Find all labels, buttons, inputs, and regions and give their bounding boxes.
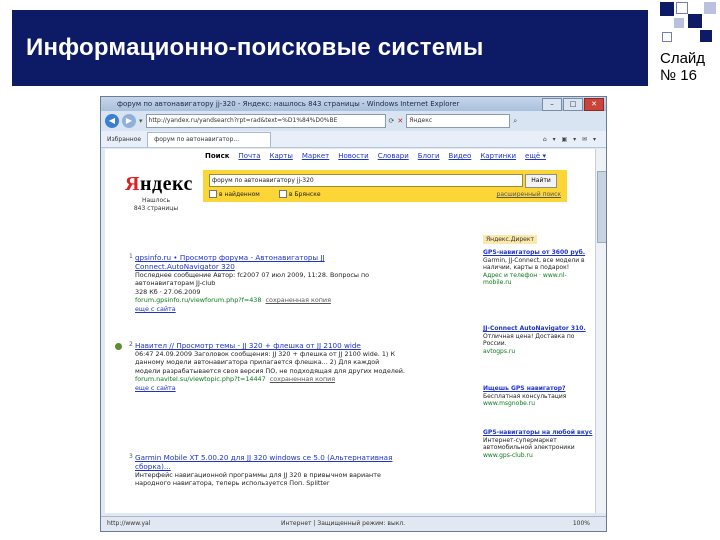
slide-title: Информационно-поисковые системы <box>26 34 484 61</box>
ad-text: Отличная цена! Доставка по России. <box>483 332 575 348</box>
toolbar-icons[interactable]: ⌂ ▾ ▣ ▾ ✉ ▾ <box>543 136 606 143</box>
yandex-search-panel: форум по автонавигатору jj-320 Найти в н… <box>203 170 567 202</box>
ad-url[interactable]: www.msgnobe.ru <box>483 400 595 408</box>
nav-maps[interactable]: Карты <box>270 152 293 160</box>
browser-window: форум по автонавигатору jj-320 - Яндекс:… <box>100 96 607 532</box>
result-title-link[interactable]: gpsinfo.ru • Просмотр форума - Автонавиг… <box>135 253 405 271</box>
nav-images[interactable]: Картинки <box>480 152 516 160</box>
cached-copy-link[interactable]: сохраненная копия <box>266 296 331 304</box>
ad-url[interactable]: avtogps.ru <box>483 348 595 356</box>
search-result: 3 Garmin Mobile XT 5.00.20 для JJ 320 wi… <box>129 453 405 488</box>
forward-arrow-icon[interactable]: ▶ <box>122 114 136 128</box>
found-count: Нашлось 843 страницы <box>133 197 179 212</box>
minimize-button[interactable]: – <box>542 98 562 111</box>
more-from-site-link[interactable]: еще с сайта <box>135 384 405 392</box>
slide-label-number: № 16 <box>660 67 697 84</box>
stop-icon[interactable]: ✕ <box>397 117 403 125</box>
ad-url[interactable]: www.gps-club.ru <box>483 452 595 460</box>
ad-text: Интернет-супермаркет автомобильной элект… <box>483 436 575 452</box>
ad-text: Garmin, JJ-Connect, все модели в наличии… <box>483 256 585 272</box>
search-result: 2 Навител // Просмотр темы - JJ 320 + фл… <box>129 341 405 392</box>
yandex-page: Поиск Почта Карты Маркет Новости Словари… <box>105 149 595 513</box>
result-url[interactable]: forum.gpsinfo.ru/viewforum.php?f=438 <box>135 296 261 304</box>
visited-marker-icon <box>115 343 122 350</box>
yandex-services-nav: Поиск Почта Карты Маркет Новости Словари… <box>205 152 546 160</box>
nav-news[interactable]: Новости <box>338 152 368 160</box>
page-icon: ▾ <box>139 117 143 125</box>
browser-title: форум по автонавигатору jj-320 - Яндекс:… <box>117 100 460 108</box>
result-title-link[interactable]: Навител // Просмотр темы - JJ 320 + флеш… <box>135 341 405 350</box>
search-result: 1 gpsinfo.ru • Просмотр форума - Автонав… <box>129 253 405 313</box>
result-number: 2 <box>129 341 133 348</box>
ad-title-link[interactable]: Ищешь GPS навигатор? <box>483 385 595 393</box>
ad-title-link[interactable]: JJ-Connect AutoNavigator 310. <box>483 325 595 333</box>
yandex-query-input[interactable]: форум по автонавигатору jj-320 <box>209 174 523 187</box>
browser-search-input[interactable]: Яндекс <box>406 114 511 128</box>
nav-more[interactable]: ещё ▾ <box>525 152 546 160</box>
ad-block: Ищешь GPS навигатор? Бесплатная консульт… <box>483 385 595 408</box>
search-icon[interactable]: ⌕ <box>513 117 517 126</box>
result-snippet: Последнее сообщение Автор: fc2007 07 июл… <box>135 271 370 288</box>
yandex-logo[interactable]: Яндекс <box>125 173 193 196</box>
more-from-site-link[interactable]: еще с сайта <box>135 305 405 313</box>
slide-label-word: Слайд <box>660 50 706 67</box>
yandex-direct-header: Яндекс.Директ <box>483 235 537 244</box>
slide-number-label: Слайд № 16 <box>660 50 705 84</box>
result-snippet: Интерфейс навигационной программы для JJ… <box>135 471 381 488</box>
nav-search[interactable]: Поиск <box>205 152 229 160</box>
maximize-button[interactable]: □ <box>563 98 583 111</box>
ad-url[interactable]: Адрес и телефон · www.nl-mobile.ru <box>483 272 595 287</box>
refresh-icon[interactable]: ⟳ <box>389 117 395 125</box>
nav-blogs[interactable]: Блоги <box>418 152 440 160</box>
ad-block: GPS-навигаторы на любой вкус Интернет-су… <box>483 429 595 459</box>
checkbox-region[interactable]: в Брянске <box>279 190 321 198</box>
nav-market[interactable]: Маркет <box>302 152 329 160</box>
ad-block: GPS-навигаторы от 3600 руб. Garmin, JJ-C… <box>483 249 595 287</box>
ad-block: JJ-Connect AutoNavigator 310. Отличная ц… <box>483 325 595 355</box>
ad-text: Бесплатная консультация <box>483 392 567 400</box>
scrollbar-thumb[interactable] <box>597 171 606 243</box>
nav-mail[interactable]: Почта <box>238 152 260 160</box>
back-arrow-icon[interactable]: ◀ <box>105 114 119 128</box>
security-zone: Интернет | Защищенный режим: выкл. <box>281 520 406 527</box>
nav-dictionaries[interactable]: Словари <box>378 152 409 160</box>
result-title-link[interactable]: Garmin Mobile XT 5.00.20 для JJ 320 wind… <box>135 453 405 471</box>
zoom-level[interactable]: 100% <box>573 517 590 531</box>
checkbox-in-found[interactable]: в найденном <box>209 190 260 198</box>
result-snippet: 06:47 24.09.2009 Заголовок сообщения: JJ… <box>135 350 405 375</box>
result-url[interactable]: forum.navitel.su/viewtopic.php?t=14447 <box>135 375 266 383</box>
close-button[interactable]: ✕ <box>584 98 604 111</box>
favorites-button[interactable]: Избранное <box>101 136 147 143</box>
vertical-scrollbar[interactable] <box>595 149 606 513</box>
ad-title-link[interactable]: GPS-навигаторы на любой вкус <box>483 429 595 437</box>
cached-copy-link[interactable]: сохраненная копия <box>270 375 335 383</box>
browser-title-bar: форум по автонавигатору jj-320 - Яндекс:… <box>101 97 606 111</box>
result-number: 3 <box>129 453 133 460</box>
find-button[interactable]: Найти <box>525 174 557 188</box>
address-bar[interactable]: http://yandex.ru/yandsearch?rpt=rad&text… <box>145 114 386 128</box>
ad-title-link[interactable]: GPS-навигаторы от 3600 руб. <box>483 249 595 257</box>
tab-yandex[interactable]: форум по автонавигатор... <box>147 131 272 147</box>
browser-tab-row: Избранное форум по автонавигатор... ⌂ ▾ … <box>101 131 606 148</box>
status-bar: http://www.yal Интернет | Защищенный реж… <box>101 516 606 531</box>
result-number: 1 <box>129 253 133 260</box>
result-meta: 328 Кб · 27.06.2009 <box>135 287 201 296</box>
advanced-search-link[interactable]: расширенный поиск <box>497 191 561 198</box>
nav-video[interactable]: Видео <box>449 152 472 160</box>
status-url: http://www.yal <box>107 520 151 527</box>
browser-nav-row: ◀ ▶ ▾ http://yandex.ru/yandsearch?rpt=ra… <box>101 111 606 131</box>
